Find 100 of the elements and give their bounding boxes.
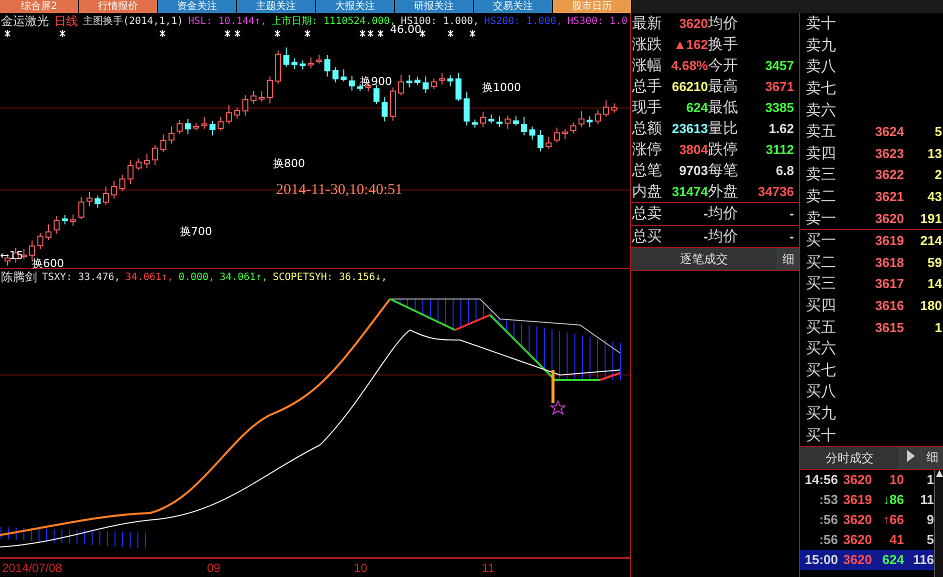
order-volume: 180 [919,298,942,314]
panel-title: 分时成交 [824,450,874,467]
date-axis-label: 10 [354,561,368,576]
quote-value: 66210 [670,79,708,94]
indicator-readout: 0.000, [178,272,215,282]
play-button[interactable] [899,446,921,469]
tab[interactable]: 综合屏2 [0,0,79,13]
quote-value: - [702,206,708,222]
order-volume: 2 [934,167,942,182]
quote-label: 跌停 [708,140,739,159]
order-level-label: 买四 [806,296,837,316]
order-price: 3618 [874,254,904,270]
quote-label: 总手 [632,77,663,96]
tab[interactable]: 研报关注 [395,0,474,13]
quote-label: 总额 [632,119,663,138]
quote-value: 31474 [670,184,708,199]
tick-price: 3620 [842,552,872,568]
tab[interactable]: 行情报价 [79,0,158,13]
signal-mark-icon [304,30,311,38]
indicator-readout: TSXY: 33.476, [42,272,120,282]
order-volume: 5 [934,124,942,140]
tick-time: :56 [818,512,838,528]
tick-row[interactable]: :56 3620 ↑66 9 [800,510,934,530]
order-level-label: 卖六 [806,100,837,120]
quote-label: 涨停 [632,140,663,159]
tab[interactable]: 交易关注 [474,0,553,13]
order-level-label: 卖二 [806,187,837,206]
quote-label: 今开 [708,56,739,75]
order-level-label: 卖九 [806,36,837,55]
tick-volume: 624 [881,552,904,568]
order-level-label: 买五 [806,318,837,337]
quote-label: 涨跌 [632,35,663,54]
order-level-label: 买三 [806,274,837,294]
tab[interactable]: 资金关注 [158,0,237,13]
tick-price: 3620 [842,512,872,528]
tab[interactable]: 大报关注 [316,0,395,13]
tick-count: 116 [912,552,934,568]
quote-label: 均价 [708,204,739,224]
order-level-label: 卖一 [806,208,837,228]
tab[interactable]: 股市日历 [553,0,632,13]
indicator-readout: HSL: 10.144↑, [188,16,266,27]
chart-annotation: 换800 [273,156,305,171]
detail-button[interactable]: 细 [777,248,799,270]
detail-button[interactable]: 细 [921,446,943,469]
stock-name: 金运激光 [1,13,49,30]
tick-volume: ↓86 [882,492,904,508]
quote-value: 3804 [678,142,708,157]
signal-mark-icon [159,30,166,38]
signal-mark-icon [469,30,476,38]
tick-row[interactable]: 14:56 3620 10 1 [800,470,934,490]
order-level-label: 卖十 [806,14,837,34]
tick-row[interactable]: 15:00 3620 624 116 [800,550,934,570]
order-price: 3621 [874,189,904,204]
order-level-label: 买六 [806,339,837,358]
chart-annotation: 换900 [360,74,392,89]
quote-value: 3671 [764,79,794,94]
period-label: 日线 [54,13,78,30]
tick-price: 3620 [842,472,872,488]
tick-volume: 10 [888,472,904,488]
quote-label: 总卖 [632,204,663,224]
quote-label: 涨幅 [632,56,663,75]
quote-label: 现手 [632,98,663,117]
indicator-readout: SCOPETSYH: 36.156↓, [272,272,388,282]
order-price: 3615 [874,320,904,335]
quote-value: - [702,228,708,244]
scrollbar[interactable] [934,470,943,577]
scroll-up-icon [936,470,942,477]
quote-value: 3385 [764,100,794,115]
quote-label: 均价 [708,14,739,33]
indicator-readout: 34.061↑, [125,272,174,282]
tab[interactable]: 主题关注 [237,0,316,13]
star-icon [550,400,566,416]
order-level-label: 买八 [806,382,837,402]
quote-value: - [788,206,794,222]
order-price: 3622 [874,167,904,182]
quote-label: 均价 [708,226,739,246]
quote-value: 3457 [764,58,794,73]
quote-label: 最新 [632,14,663,33]
tick-row[interactable]: :53 3619 ↓86 11 [800,490,934,510]
date-axis-label: 2014/07/08 [2,561,62,576]
order-level-label: 买十 [806,426,837,445]
tick-price: 3619 [842,492,872,508]
order-volume: 59 [926,254,942,270]
tick-price: 3620 [842,532,872,548]
tick-count: 5 [926,532,934,548]
indicator-name: 陈腾剑 [1,268,37,286]
order-price: 3616 [874,298,904,314]
quote-label: 量比 [708,119,739,138]
order-volume: 13 [926,146,942,161]
order-level-label: 卖四 [806,144,837,163]
quote-label: 最高 [708,77,739,96]
tick-row[interactable]: :56 3620 41 5 [800,530,934,550]
quote-value: 23613 [670,121,708,136]
quote-value: 4.68% [670,58,708,73]
signal-mark-icon [274,30,281,38]
indicator-readout: HS300: 1.0 [567,16,628,27]
tick-time: :56 [818,532,838,548]
order-level-label: 卖八 [806,57,837,76]
quote-value: 34736 [756,184,794,199]
order-level-label: 买九 [806,404,837,423]
